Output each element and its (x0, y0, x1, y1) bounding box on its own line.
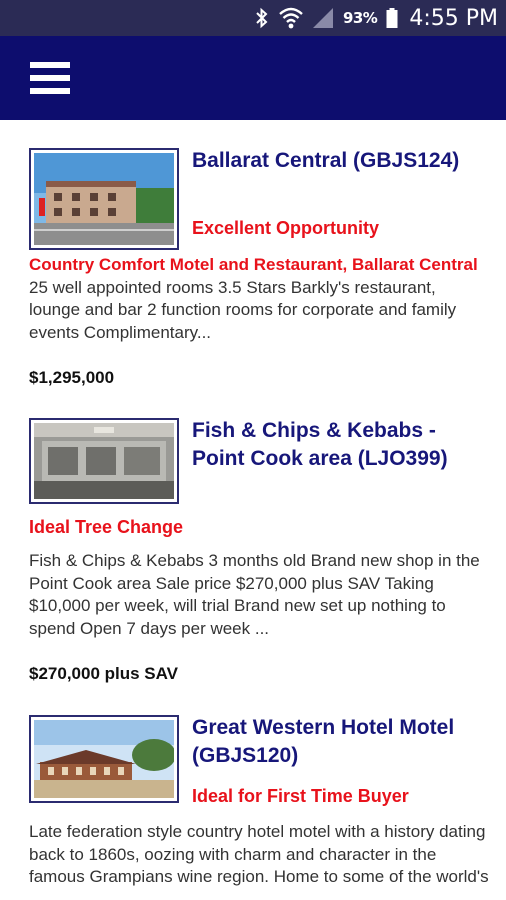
bluetooth-icon (254, 7, 270, 29)
listing-tag: Ideal Tree Change (29, 517, 184, 537)
listing-description: Late federation style country hotel mote… (29, 821, 489, 889)
listing-thumbnail[interactable] (29, 148, 179, 250)
wifi-icon (279, 7, 303, 29)
listing-title[interactable]: Ballarat Central (GBJS124) (192, 147, 482, 175)
listing-description-text: Late federation style country hotel mote… (29, 822, 489, 886)
app-bar (0, 36, 506, 120)
signal-icon (312, 7, 334, 29)
status-bar: 93% 4:55 PM (0, 0, 506, 36)
status-clock: 4:55 PM (409, 5, 498, 31)
hotel-photo-icon (34, 720, 174, 798)
listing-title[interactable]: Great Western Hotel Motel (GBJS120) (192, 714, 482, 770)
listing-description-text: Fish & Chips & Kebabs 3 months old Brand… (29, 551, 480, 638)
listing-description-text: 25 well appointed rooms 3.5 Stars Barkly… (29, 277, 457, 342)
listing-title[interactable]: Fish & Chips & Kebabs - Point Cook area … (192, 417, 482, 473)
listing-description: Country Comfort Motel and Restaurant, Ba… (29, 254, 489, 344)
listing-tag: Ideal for First Time Buyer (192, 786, 409, 806)
listing-description-highlight: Country Comfort Motel and Restaurant, Ba… (29, 255, 478, 274)
listing-description: Fish & Chips & Kebabs 3 months old Brand… (29, 550, 489, 640)
listing-thumbnail[interactable] (29, 418, 179, 504)
battery-percent: 93% (342, 9, 378, 27)
listing-price: $270,000 plus SAV (29, 664, 178, 683)
hamburger-menu-icon[interactable] (30, 62, 70, 94)
listing-price: $1,295,000 (29, 368, 115, 387)
motel-photo-icon (34, 153, 174, 245)
battery-icon (386, 7, 398, 29)
listing-list: Ballarat Central (GBJS124) Excellent Opp… (0, 120, 506, 900)
listing-thumbnail[interactable] (29, 715, 179, 803)
listing-tag: Excellent Opportunity (192, 218, 380, 238)
kitchen-photo-icon (34, 423, 174, 499)
